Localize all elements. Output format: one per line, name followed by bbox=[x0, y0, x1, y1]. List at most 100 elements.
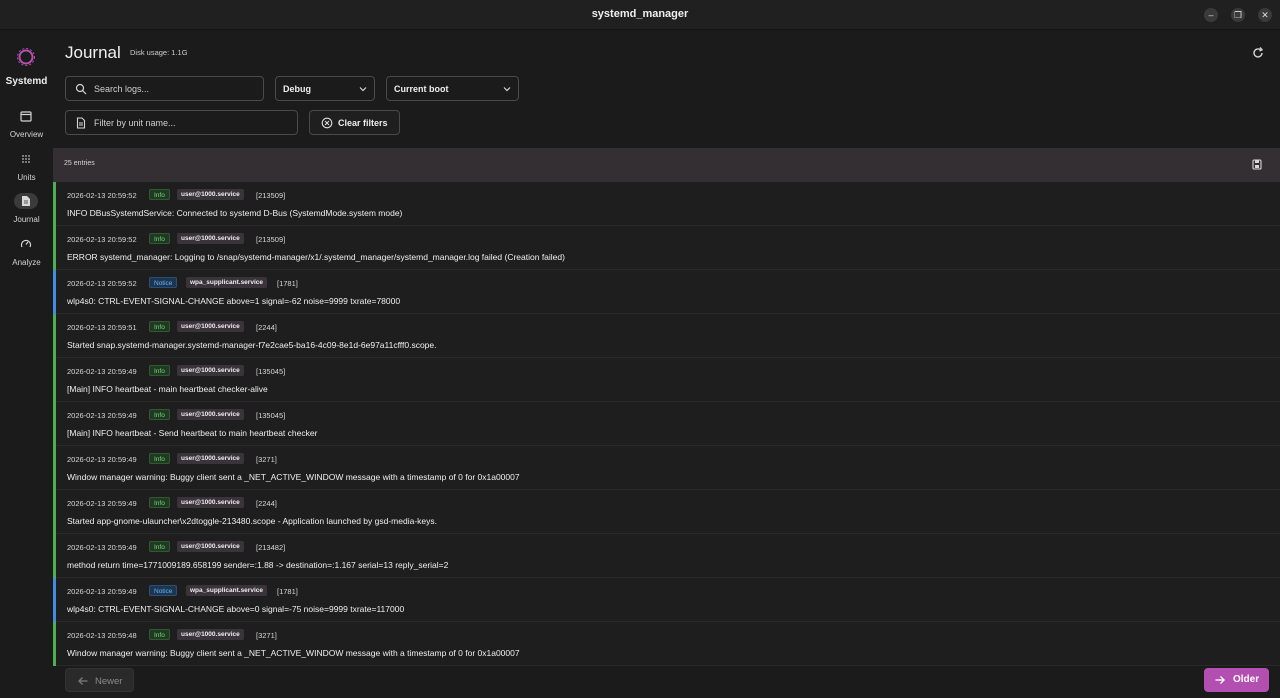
level-badge: Info bbox=[149, 189, 170, 200]
entry-message: Started app-gnome-ulauncher\x2dtoggle-21… bbox=[67, 516, 437, 526]
entry-timestamp: 2026-02-13 20:59:49 bbox=[67, 367, 137, 376]
brand-label: Systemd bbox=[5, 76, 48, 87]
entry-timestamp: 2026-02-13 20:59:49 bbox=[67, 455, 137, 464]
entry-message: INFO DBusSystemdService: Connected to sy… bbox=[67, 208, 403, 218]
gauge-icon bbox=[14, 236, 38, 252]
entry-pid: [3271] bbox=[256, 631, 277, 640]
unit-filter-placeholder: Filter by unit name... bbox=[94, 118, 176, 128]
unit-badge: user@1000.service bbox=[177, 189, 244, 200]
unit-badge: user@1000.service bbox=[177, 409, 244, 420]
journal-entry[interactable]: 2026-02-13 20:59:51 Info user@1000.service… bbox=[53, 314, 1280, 358]
unit-badge: user@1000.service bbox=[177, 233, 244, 244]
newer-label: Newer bbox=[95, 676, 123, 687]
nav-journal[interactable]: Journal bbox=[0, 193, 53, 233]
nav-overview[interactable]: Overview bbox=[0, 108, 53, 148]
level-badge: Notice bbox=[149, 277, 178, 288]
priority-select[interactable]: Debug bbox=[275, 76, 375, 101]
journal-entry[interactable]: 2026-02-13 20:59:49 Info user@1000.service… bbox=[53, 358, 1280, 402]
priority-bar bbox=[53, 182, 56, 226]
entry-message: wlp4s0: CTRL-EVENT-SIGNAL-CHANGE above=1… bbox=[67, 296, 401, 306]
title-bar: systemd_manager – ❐ ✕ bbox=[0, 0, 1280, 30]
entry-count: 25 entries bbox=[64, 160, 95, 167]
search-icon bbox=[75, 83, 87, 95]
level-badge: Info bbox=[149, 365, 170, 376]
journal-entry[interactable]: 2026-02-13 20:59:49 Notice wpa_supplicant.… bbox=[53, 578, 1280, 622]
priority-bar bbox=[53, 270, 56, 314]
entry-pid: [213482] bbox=[256, 543, 286, 552]
unit-badge: user@1000.service bbox=[177, 629, 244, 640]
entry-pid: [135045] bbox=[256, 411, 286, 420]
unit-filter-input[interactable]: Filter by unit name... bbox=[65, 110, 298, 135]
page-title: Journal bbox=[65, 43, 121, 62]
journal-entry[interactable]: 2026-02-13 20:59:52 Info user@1000.service… bbox=[53, 182, 1280, 226]
journal-entry[interactable]: 2026-02-13 20:59:52 Info user@1000.service… bbox=[53, 226, 1280, 270]
newer-button[interactable]: Newer bbox=[65, 668, 134, 692]
unit-badge: user@1000.service bbox=[177, 321, 244, 332]
save-icon[interactable] bbox=[1252, 159, 1262, 170]
nav-analyze[interactable]: Analyze bbox=[0, 236, 53, 276]
file-icon bbox=[76, 117, 86, 129]
entry-timestamp: 2026-02-13 20:59:48 bbox=[67, 631, 137, 640]
journal-entry[interactable]: 2026-02-13 20:59:52 Notice wpa_supplicant.… bbox=[53, 270, 1280, 314]
entry-pid: [3271] bbox=[256, 455, 277, 464]
entries-header: 25 entries bbox=[53, 148, 1280, 182]
boot-select[interactable]: Current boot bbox=[386, 76, 519, 101]
clear-filters-button[interactable]: Clear filters bbox=[309, 110, 400, 135]
boot-select-value: Current boot bbox=[394, 84, 449, 94]
entry-timestamp: 2026-02-13 20:59:49 bbox=[67, 499, 137, 508]
priority-bar bbox=[53, 578, 56, 622]
journal-entry[interactable]: 2026-02-13 20:59:49 Info user@1000.service… bbox=[53, 534, 1280, 578]
chevron-down-icon bbox=[503, 87, 511, 92]
priority-select-value: Debug bbox=[283, 84, 311, 94]
entry-pid: [2244] bbox=[256, 499, 277, 508]
entry-message: [Main] INFO heartbeat - Send heartbeat t… bbox=[67, 428, 318, 438]
unit-badge: user@1000.service bbox=[177, 541, 244, 552]
unit-badge: user@1000.service bbox=[177, 497, 244, 508]
systemd-logo-icon bbox=[17, 48, 35, 66]
priority-bar bbox=[53, 490, 56, 534]
entries-list: 2026-02-13 20:59:52 Info user@1000.service… bbox=[53, 182, 1280, 666]
level-badge: Info bbox=[149, 409, 170, 420]
priority-bar bbox=[53, 226, 56, 270]
nav-units[interactable]: Units bbox=[0, 151, 53, 191]
level-badge: Info bbox=[149, 321, 170, 332]
clear-filters-label: Clear filters bbox=[338, 118, 388, 128]
entry-message: Window manager warning: Buggy client sen… bbox=[67, 472, 520, 482]
entry-timestamp: 2026-02-13 20:59:52 bbox=[67, 191, 137, 200]
maximize-button[interactable]: ❐ bbox=[1231, 8, 1245, 22]
older-button[interactable]: Older bbox=[1204, 668, 1269, 692]
level-badge: Info bbox=[149, 453, 170, 464]
entry-timestamp: 2026-02-13 20:59:52 bbox=[67, 235, 137, 244]
nav-units-label: Units bbox=[17, 173, 36, 182]
minimize-button[interactable]: – bbox=[1204, 8, 1218, 22]
unit-badge: user@1000.service bbox=[177, 365, 244, 376]
priority-bar bbox=[53, 314, 56, 358]
document-icon bbox=[14, 193, 38, 209]
level-badge: Info bbox=[149, 541, 170, 552]
priority-bar bbox=[53, 534, 56, 578]
nav-analyze-label: Analyze bbox=[12, 258, 41, 267]
entry-message: Window manager warning: Buggy client sen… bbox=[67, 648, 520, 658]
level-badge: Notice bbox=[149, 585, 178, 596]
search-placeholder: Search logs... bbox=[94, 84, 150, 94]
priority-bar bbox=[53, 402, 56, 446]
entry-pid: [2244] bbox=[256, 323, 277, 332]
journal-entry[interactable]: 2026-02-13 20:59:49 Info user@1000.service… bbox=[53, 446, 1280, 490]
entry-message: Started snap.systemd-manager.systemd-man… bbox=[67, 340, 437, 350]
refresh-icon[interactable] bbox=[1251, 46, 1265, 60]
journal-entry[interactable]: 2026-02-13 20:59:49 Info user@1000.service… bbox=[53, 490, 1280, 534]
entry-timestamp: 2026-02-13 20:59:49 bbox=[67, 543, 137, 552]
journal-panel: Journal Disk usage: 1.1G Search logs... … bbox=[53, 30, 1280, 698]
entry-timestamp: 2026-02-13 20:59:49 bbox=[67, 587, 137, 596]
close-button[interactable]: ✕ bbox=[1258, 8, 1272, 22]
nav-journal-label: Journal bbox=[13, 215, 40, 224]
arrow-left-icon bbox=[78, 677, 88, 685]
arrow-right-icon bbox=[1215, 676, 1225, 684]
chevron-down-icon bbox=[359, 87, 367, 92]
close-circle-icon bbox=[321, 117, 333, 129]
journal-entry[interactable]: 2026-02-13 20:59:49 Info user@1000.service… bbox=[53, 402, 1280, 446]
unit-badge: wpa_supplicant.service bbox=[186, 277, 267, 288]
level-badge: Info bbox=[149, 233, 170, 244]
search-input[interactable]: Search logs... bbox=[65, 76, 264, 101]
journal-entry[interactable]: 2026-02-13 20:59:48 Info user@1000.service… bbox=[53, 622, 1280, 666]
